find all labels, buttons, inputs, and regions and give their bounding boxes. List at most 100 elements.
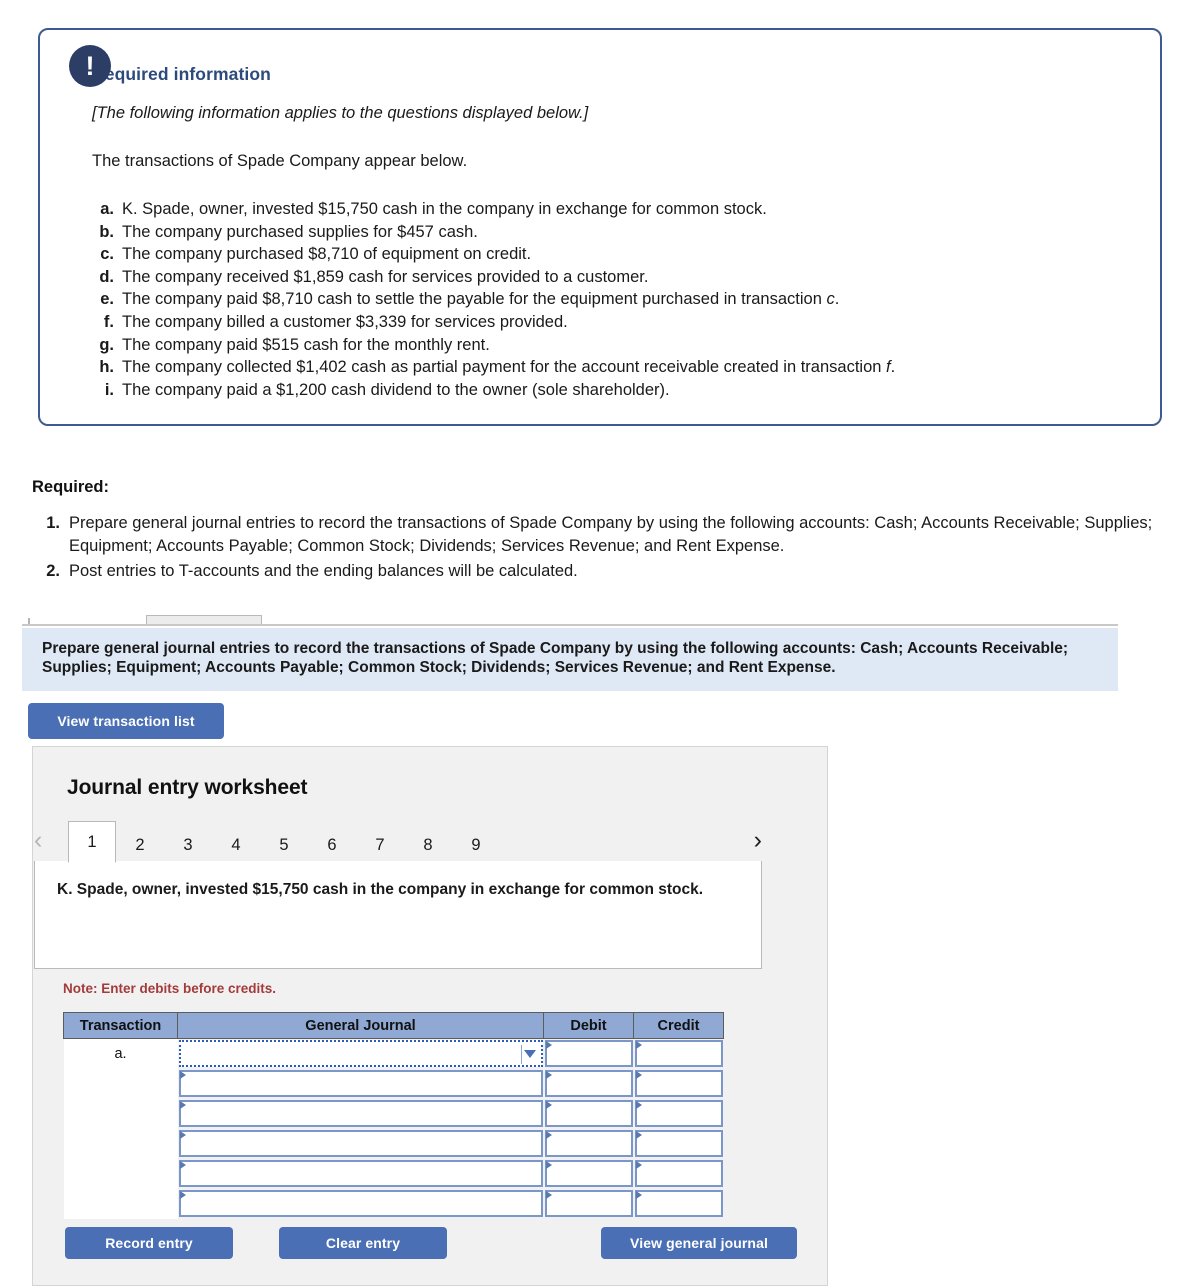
debit-input[interactable]: [544, 1190, 633, 1217]
page-tab-7[interactable]: 7: [356, 828, 404, 862]
exclamation-icon: !: [69, 45, 111, 87]
page-tab-2[interactable]: 2: [116, 828, 164, 862]
column-header-general-journal: General Journal: [177, 1012, 544, 1039]
chevron-left-icon[interactable]: ‹: [34, 828, 42, 853]
general-journal-input[interactable]: [178, 1070, 543, 1097]
cell-marker-icon: [635, 1191, 642, 1199]
instruction-banner: Prepare general journal entries to recor…: [22, 628, 1118, 691]
transaction-item: b. The company purchased supplies for $45…: [92, 221, 1130, 244]
column-header-transaction: Transaction: [63, 1012, 178, 1039]
cell-marker-icon: [635, 1041, 642, 1049]
table-body: a.: [63, 1038, 724, 1219]
record-entry-button[interactable]: Record entry: [65, 1227, 233, 1259]
required-item: 1. Prepare general journal entries to rec…: [32, 512, 1162, 559]
credit-cell: [634, 1039, 724, 1070]
transaction-letter: i.: [104, 380, 114, 399]
cell-marker-icon: [635, 1101, 642, 1109]
cell-marker-icon: [545, 1101, 552, 1109]
transaction-item: d. The company received $1,859 cash for s…: [92, 266, 1130, 289]
chevron-right-icon[interactable]: ›: [754, 828, 762, 853]
transaction-item: a. K. Spade, owner, invested $15,750 cash…: [92, 198, 1130, 221]
debit-input[interactable]: [544, 1130, 633, 1157]
general-journal-cell: [178, 1129, 544, 1159]
page-tab-3[interactable]: 3: [164, 828, 212, 862]
column-header-credit: Credit: [633, 1012, 724, 1039]
general-journal-input[interactable]: [178, 1160, 543, 1187]
debit-input[interactable]: [544, 1160, 633, 1187]
credit-cell: [634, 1159, 724, 1189]
debit-input[interactable]: [544, 1040, 633, 1067]
transaction-cell: [63, 1189, 178, 1219]
required-items-list: 1. Prepare general journal entries to rec…: [32, 512, 1162, 584]
credit-input[interactable]: [634, 1160, 723, 1187]
debit-cell: [544, 1069, 634, 1099]
debit-input[interactable]: [544, 1070, 633, 1097]
general-journal-input[interactable]: [178, 1100, 543, 1127]
page-tab-8[interactable]: 8: [404, 828, 452, 862]
page-root: ! Required information [The following in…: [0, 0, 1198, 1286]
page-tab-9[interactable]: 9: [452, 828, 500, 862]
transaction-cell: [63, 1159, 178, 1189]
transaction-letter: g.: [99, 335, 114, 354]
debit-cell: [544, 1039, 634, 1070]
page-tab-4[interactable]: 4: [212, 828, 260, 862]
general-journal-input[interactable]: [178, 1190, 543, 1217]
callout-applies-note: [The following information applies to th…: [92, 104, 589, 122]
general-journal-cell: [178, 1159, 544, 1189]
worksheet-pager: ‹ 123456789 ›: [34, 818, 762, 863]
required-item-text: Post entries to T-accounts and the endin…: [69, 561, 578, 580]
cell-marker-icon: [545, 1041, 552, 1049]
page-tab-1[interactable]: 1: [68, 821, 116, 863]
transaction-item: f. The company billed a customer $3,339 f…: [92, 311, 1130, 334]
general-journal-input[interactable]: [178, 1040, 543, 1067]
credit-cell: [634, 1099, 724, 1129]
transaction-text: The company billed a customer $3,339 for…: [122, 312, 568, 331]
credit-input[interactable]: [634, 1040, 723, 1067]
table-row: a.: [63, 1038, 724, 1070]
table-header-row: Transaction General Journal Debit Credit: [63, 1012, 724, 1039]
cell-marker-icon: [179, 1131, 186, 1139]
credit-input[interactable]: [634, 1100, 723, 1127]
table-row: [63, 1129, 724, 1159]
table-row: [63, 1189, 724, 1219]
tab-strip-rule: [22, 624, 1118, 626]
general-journal-cell: [178, 1099, 544, 1129]
cell-marker-icon: [635, 1071, 642, 1079]
cell-marker-icon: [635, 1131, 642, 1139]
transaction-item: h. The company collected $1,402 cash as p…: [92, 356, 1130, 379]
credit-input[interactable]: [634, 1130, 723, 1157]
credit-input[interactable]: [634, 1190, 723, 1217]
page-tab-5[interactable]: 5: [260, 828, 308, 862]
clear-entry-button[interactable]: Clear entry: [279, 1227, 447, 1259]
debit-cell: [544, 1099, 634, 1129]
worksheet-prompt: K. Spade, owner, invested $15,750 cash i…: [34, 861, 762, 969]
general-journal-cell: [178, 1039, 544, 1070]
tab-strip-remnant: [22, 612, 1118, 626]
transaction-text: The company paid a $1,200 cash dividend …: [122, 380, 670, 399]
cell-marker-icon: [179, 1101, 186, 1109]
debit-cell: [544, 1159, 634, 1189]
transaction-text: K. Spade, owner, invested $15,750 cash i…: [122, 200, 767, 218]
chevron-down-icon[interactable]: [523, 1049, 536, 1058]
transaction-item: i. The company paid a $1,200 cash dividen…: [92, 379, 1130, 402]
cell-marker-icon: [179, 1161, 186, 1169]
view-transaction-list-button[interactable]: View transaction list: [28, 703, 224, 739]
credit-input[interactable]: [634, 1070, 723, 1097]
worksheet-title: Journal entry worksheet: [67, 776, 308, 799]
page-tab-6[interactable]: 6: [308, 828, 356, 862]
transaction-item: g. The company paid $515 cash for the mon…: [92, 334, 1130, 357]
dropdown-separator: [520, 1045, 522, 1064]
transaction-letter: e.: [100, 290, 114, 309]
transaction-cell: [63, 1069, 178, 1099]
transaction-letter: a.: [100, 200, 114, 218]
debit-input[interactable]: [544, 1100, 633, 1127]
cell-marker-icon: [545, 1071, 552, 1079]
transaction-letter: h.: [99, 358, 114, 377]
transaction-text: The company purchased $8,710 of equipmen…: [122, 245, 532, 264]
view-general-journal-button[interactable]: View general journal: [601, 1227, 797, 1259]
credit-cell: [634, 1069, 724, 1099]
transaction-item: e. The company paid $8,710 cash to settle…: [92, 288, 1130, 311]
transaction-letter: b.: [99, 222, 114, 241]
general-journal-input[interactable]: [178, 1130, 543, 1157]
debit-cell: [544, 1129, 634, 1159]
